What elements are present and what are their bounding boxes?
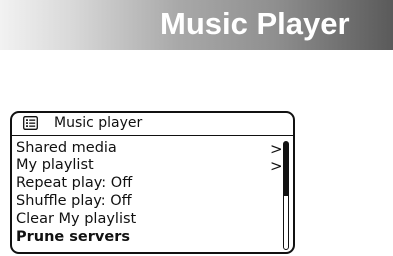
header-banner: Music Player bbox=[0, 0, 393, 50]
display-header: Music player bbox=[12, 113, 293, 136]
display-title: Music player bbox=[54, 115, 143, 131]
radio-display: Music player Shared media > My playlist … bbox=[10, 111, 295, 254]
chevron-right-icon: > bbox=[270, 157, 283, 175]
menu-item-repeat-play[interactable]: Repeat play: Off bbox=[16, 174, 132, 192]
chevron-right-icon: > bbox=[270, 140, 283, 158]
menu-item-my-playlist[interactable]: My playlist bbox=[16, 156, 94, 174]
menu-item-shuffle-play[interactable]: Shuffle play: Off bbox=[16, 192, 132, 210]
menu-item-clear-playlist[interactable]: Clear My playlist bbox=[16, 210, 136, 228]
scrollbar[interactable] bbox=[283, 141, 289, 250]
scrollbar-thumb[interactable] bbox=[284, 142, 288, 196]
menu-item-prune-servers[interactable]: Prune servers bbox=[16, 228, 130, 246]
page-title: Music Player bbox=[160, 6, 350, 41]
menu-item-shared-media[interactable]: Shared media bbox=[16, 139, 117, 157]
menu-list-icon bbox=[23, 116, 38, 130]
